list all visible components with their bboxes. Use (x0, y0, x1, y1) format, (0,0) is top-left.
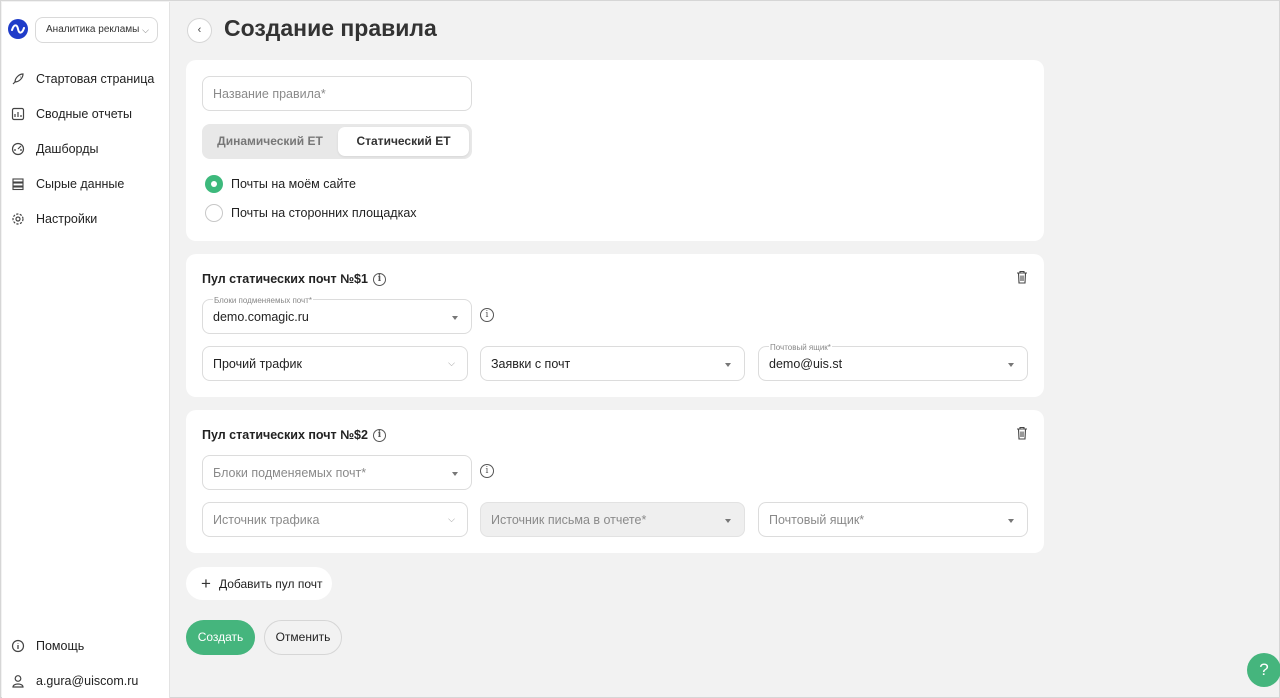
plus-icon: + (201, 574, 211, 593)
info-icon[interactable]: i (480, 464, 494, 478)
create-button[interactable]: Создать (186, 620, 255, 655)
gear-icon (10, 211, 26, 227)
pool-title-text: Пул статических почт №$2 (202, 428, 368, 442)
rocket-icon (10, 71, 26, 87)
traffic-source-placeholder: Источник трафика (213, 513, 320, 527)
blocks-select[interactable]: Блоки подменяемых почт* demo.comagic.ru (202, 296, 472, 334)
database-icon (10, 176, 26, 192)
pool-title: Пул статических почт №$1 i (202, 272, 386, 286)
add-pool-button[interactable]: + Добавить пул почт (186, 567, 332, 600)
radio-button[interactable] (205, 204, 223, 222)
mailbox-select[interactable]: Почтовый ящик* demo@uis.st (758, 343, 1028, 381)
rule-name-placeholder: Название правила* (213, 87, 326, 101)
caret-down-icon (1008, 519, 1014, 523)
help-label: Помощь (36, 639, 85, 653)
mailbox-select[interactable]: Почтовый ящик* (758, 502, 1028, 537)
trash-icon[interactable] (1016, 426, 1028, 445)
mailbox-placeholder: Почтовый ящик* (769, 513, 865, 527)
radio-option-my-site[interactable]: Почты на моём сайте (205, 175, 356, 193)
radio-button-selected[interactable] (205, 175, 223, 193)
tab-dynamic-et[interactable]: Динамический ET (202, 124, 338, 159)
sidebar-item-dashboards[interactable]: Дашборды (10, 137, 165, 161)
sidebar-item-user[interactable]: a.gura@uiscom.ru (10, 669, 165, 693)
sidebar: Аналитика рекламы ⌵ Стартовая страница С… (2, 2, 170, 698)
info-icon[interactable]: i (480, 308, 494, 322)
sidebar-item-start[interactable]: Стартовая страница (10, 67, 165, 91)
blocks-placeholder: Блоки подменяемых почт* (213, 466, 367, 480)
sidebar-item-raw-data[interactable]: Сырые данные (10, 172, 165, 196)
page-title: Создание правила (224, 15, 437, 41)
radio-label: Почты на сторонних площадках (231, 206, 417, 220)
rule-settings-card: Название правила* Динамический ET Статич… (186, 60, 1044, 241)
app-window: Аналитика рекламы ⌵ Стартовая страница С… (0, 0, 1280, 698)
radio-option-third-party[interactable]: Почты на сторонних площадках (205, 204, 417, 222)
chevron-down-icon: ⌵ (448, 358, 455, 368)
pool-title: Пул статических почт №$2 i (202, 428, 386, 442)
user-icon (10, 673, 26, 689)
sidebar-item-label: Сырые данные (36, 177, 125, 191)
help-button[interactable]: ? (1247, 653, 1280, 687)
info-icon (10, 638, 26, 654)
traffic-source-value: Прочий трафик (213, 357, 302, 371)
sidebar-item-label: Настройки (36, 212, 98, 226)
logo-icon[interactable] (8, 19, 28, 39)
pool-card-1: Пул статических почт №$1 i Блоки подменя… (186, 254, 1044, 397)
caret-down-icon (725, 519, 731, 523)
chevron-down-icon: ⌵ (142, 25, 149, 35)
dashboard-icon (10, 141, 26, 157)
report-icon (10, 106, 26, 122)
info-icon[interactable]: i (372, 272, 386, 286)
add-pool-label: Добавить пул почт (218, 576, 323, 591)
traffic-source-select[interactable]: Источник трафика ⌵ (202, 502, 468, 537)
blocks-value: demo.comagic.ru (213, 310, 309, 324)
user-email: a.gura@uiscom.ru (36, 674, 139, 688)
tab-static-et[interactable]: Статический ET (338, 127, 469, 156)
traffic-source-select[interactable]: Прочий трафик ⌵ (202, 346, 468, 381)
mailbox-label: Почтовый ящик* (769, 343, 832, 352)
sidebar-item-label: Дашборды (36, 142, 99, 156)
back-button[interactable]: ‹ (187, 18, 212, 43)
caret-down-icon (452, 316, 458, 320)
blocks-select[interactable]: Блоки подменяемых почт* (202, 455, 472, 490)
caret-down-icon (725, 363, 731, 367)
app-selector[interactable]: Аналитика рекламы ⌵ (35, 17, 158, 43)
sidebar-item-label: Стартовая страница (36, 72, 155, 86)
trash-icon[interactable] (1016, 270, 1028, 289)
caret-down-icon (1008, 363, 1014, 367)
pool-card-2: Пул статических почт №$2 i Блоки подменя… (186, 410, 1044, 553)
chevron-left-icon: ‹ (197, 24, 202, 36)
sidebar-item-label: Сводные отчеты (36, 107, 132, 121)
email-source-select: Источник письма в отчете* (480, 502, 745, 537)
email-source-select[interactable]: Заявки с почт (480, 346, 745, 381)
blocks-label: Блоки подменяемых почт* (213, 296, 314, 305)
app-selector-label: Аналитика рекламы (46, 24, 140, 35)
chevron-down-icon: ⌵ (448, 514, 455, 524)
radio-label: Почты на моём сайте (231, 177, 356, 191)
cancel-button[interactable]: Отменить (264, 620, 342, 655)
email-source-value: Заявки с почт (491, 357, 571, 371)
mailbox-value: demo@uis.st (769, 357, 843, 371)
sidebar-item-settings[interactable]: Настройки (10, 207, 165, 231)
mode-toggle: Динамический ET Статический ET (202, 124, 472, 159)
email-source-placeholder: Источник письма в отчете* (491, 513, 647, 527)
sidebar-item-reports[interactable]: Сводные отчеты (10, 102, 165, 126)
pool-title-text: Пул статических почт №$1 (202, 272, 368, 286)
sidebar-item-help[interactable]: Помощь (10, 634, 165, 658)
caret-down-icon (452, 472, 458, 476)
info-icon[interactable]: i (372, 428, 386, 442)
rule-name-input[interactable]: Название правила* (202, 76, 472, 111)
